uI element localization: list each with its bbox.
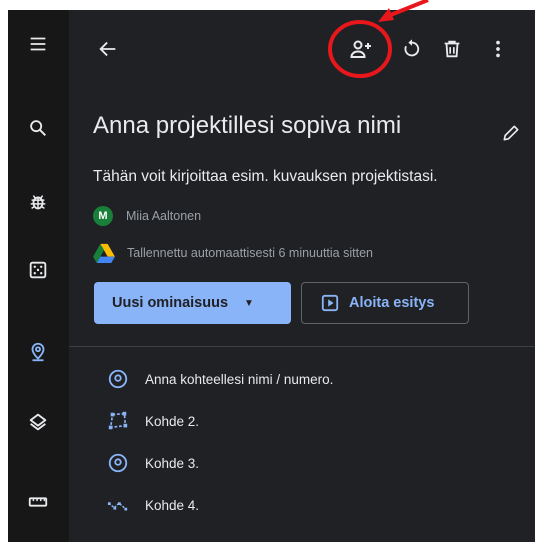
highlight-circle — [328, 20, 392, 78]
arrow-head — [378, 8, 394, 22]
annotation-overlay — [328, 0, 429, 78]
annotation-arrow — [387, 0, 429, 18]
